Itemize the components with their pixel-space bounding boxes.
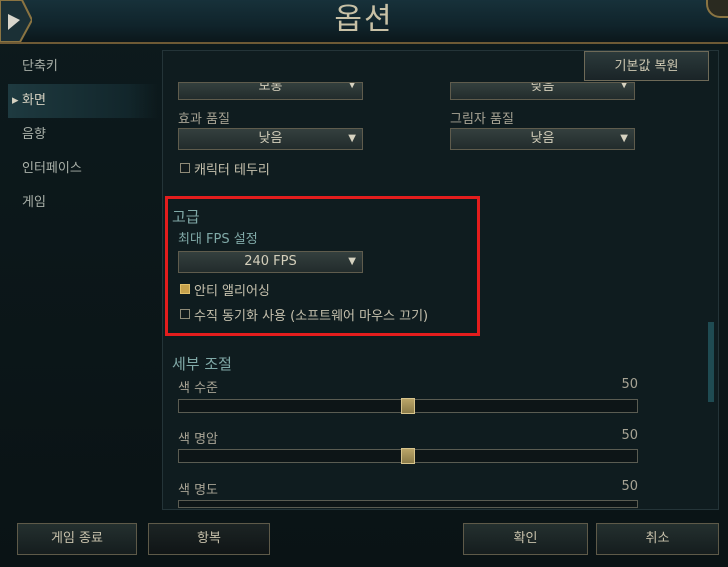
restore-defaults-button[interactable]: 기본값 복원 [584, 51, 709, 81]
ok-button[interactable]: 확인 [463, 523, 588, 555]
shadow-quality-dropdown[interactable]: 낮음 ▼ [450, 128, 635, 150]
slider-label: 색 수준 [178, 381, 219, 396]
highlight-annotation-box [165, 196, 480, 336]
slider-label: 색 명도 [178, 483, 219, 498]
slider-thumb[interactable] [401, 398, 415, 414]
surrender-button[interactable]: 항복 [148, 523, 270, 555]
options-window: 옵션 단축키 ▸ 화면 음향 인터페이스 게임 기본값 복원 보통 ▼ 낮음 ▼ … [0, 0, 728, 567]
effects-quality-dropdown[interactable]: 낮음 ▼ [178, 128, 363, 150]
chevron-down-icon: ▼ [620, 82, 628, 90]
chevron-down-icon: ▼ [348, 82, 356, 90]
sidebar-item-game[interactable]: 게임 [8, 186, 158, 220]
fine-tuning-title: 세부 조절 [172, 355, 232, 373]
slider-value: 50 [621, 377, 638, 392]
effects-quality-label: 효과 품질 [178, 112, 230, 127]
sidebar-item-label: 화면 [22, 93, 46, 108]
chevron-down-icon: ▼ [620, 133, 628, 144]
cancel-button[interactable]: 취소 [596, 523, 719, 555]
sidebar-item-hotkeys[interactable]: 단축키 [8, 50, 158, 84]
dropdown-value: 낮음 [530, 131, 555, 146]
slider-value: 50 [621, 428, 638, 443]
slider-thumb[interactable] [401, 448, 415, 464]
top-right-dropdown[interactable]: 낮음 ▼ [450, 82, 635, 100]
dropdown-value: 낮음 [530, 82, 555, 94]
color-brightness-slider[interactable] [178, 500, 638, 508]
dropdown-value: 낮음 [258, 131, 283, 146]
shadow-quality-label: 그림자 품질 [450, 112, 514, 127]
chevron-down-icon: ▼ [348, 133, 356, 144]
top-left-dropdown[interactable]: 보통 ▼ [178, 82, 363, 100]
sidebar-item-interface[interactable]: 인터페이스 [8, 152, 158, 186]
window-title: 옵션 [334, 2, 394, 37]
slider-value: 50 [621, 479, 638, 494]
exit-game-button[interactable]: 게임 종료 [17, 523, 137, 555]
character-border-checkbox[interactable] [180, 163, 190, 173]
active-marker-icon: ▸ [12, 93, 19, 108]
scrollbar[interactable] [708, 322, 714, 402]
sidebar-item-sound[interactable]: 음향 [8, 118, 158, 152]
slider-label: 색 명암 [178, 432, 219, 447]
sidebar-item-video[interactable]: ▸ 화면 [8, 84, 158, 118]
dropdown-value: 보통 [258, 82, 283, 94]
sidebar: 단축키 ▸ 화면 음향 인터페이스 게임 [8, 50, 158, 510]
character-border-label: 캐릭터 테두리 [194, 163, 270, 178]
title-bar: 옵션 [0, 0, 728, 44]
